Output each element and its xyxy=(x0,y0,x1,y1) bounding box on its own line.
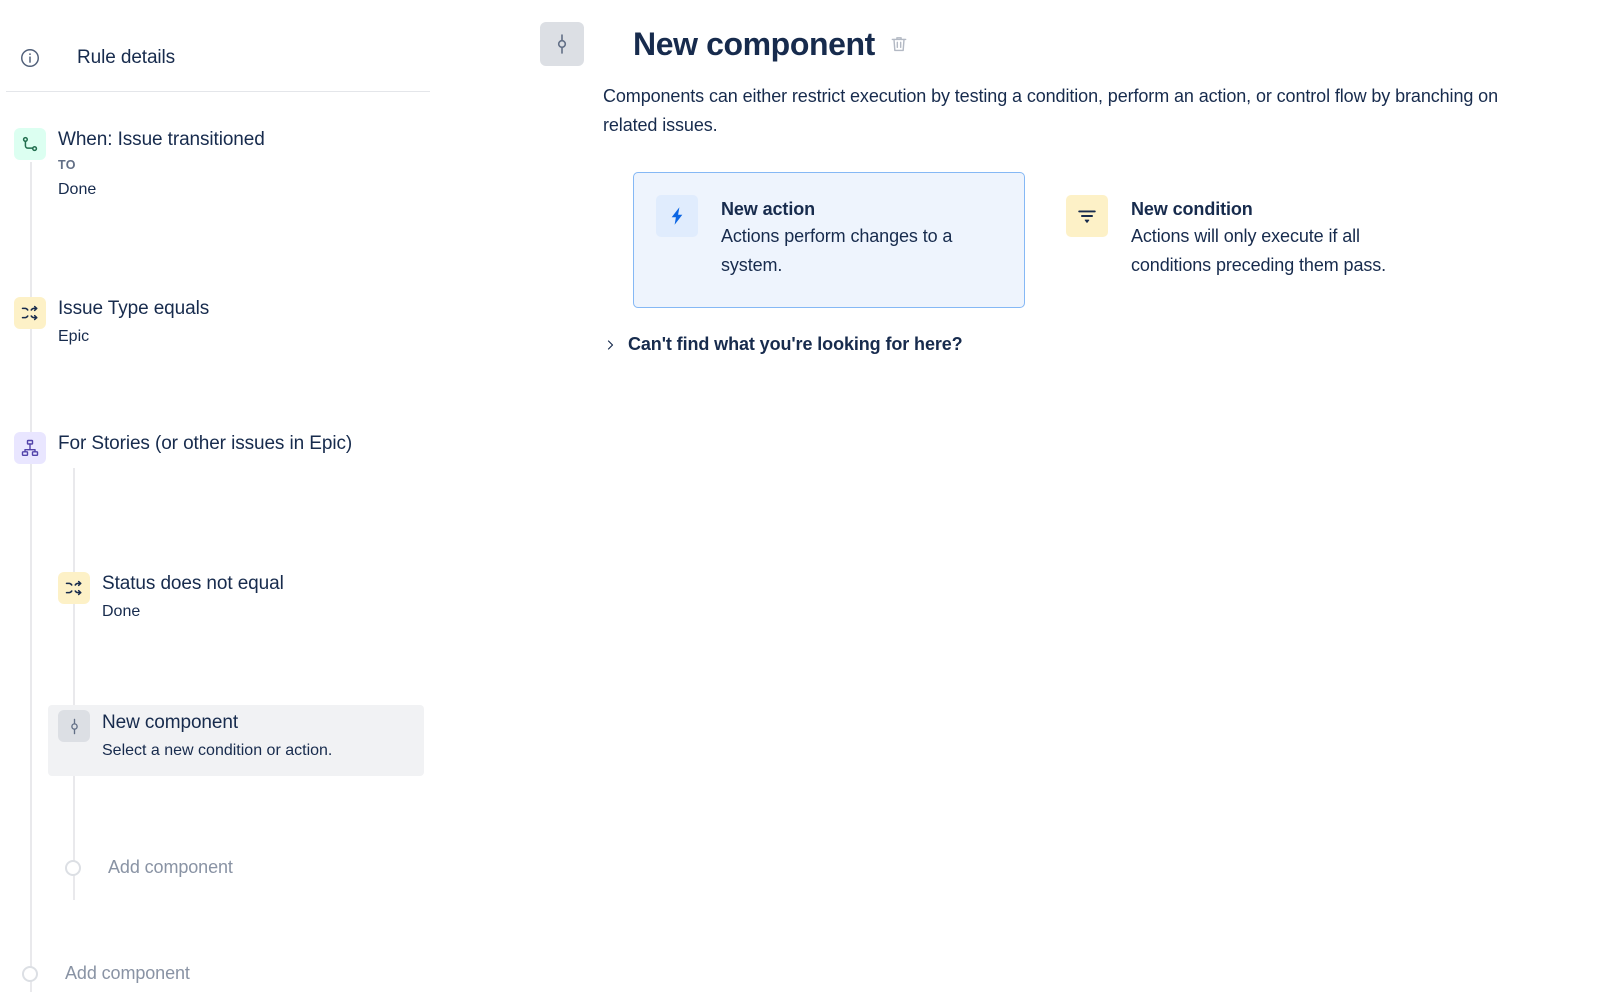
sidebar-step-kicker: TO xyxy=(58,158,76,172)
option-card-text: New condition Actions will only execute … xyxy=(1131,195,1414,280)
trigger-path-icon xyxy=(14,128,46,160)
option-card-title: New action xyxy=(721,199,816,219)
option-card-new-condition[interactable]: New condition Actions will only execute … xyxy=(1043,172,1435,308)
add-component-branch-button[interactable]: Add component xyxy=(65,857,233,878)
rule-details-header[interactable]: Rule details xyxy=(0,39,430,77)
sidebar-step-body: Issue Type equals Epic xyxy=(58,294,209,350)
component-detail-panel: New component Components can either rest… xyxy=(446,0,1600,1001)
sidebar-step-title: Status does not equal xyxy=(102,573,284,594)
page-title: New component xyxy=(633,25,875,62)
option-card-description: Actions will only execute if all conditi… xyxy=(1131,226,1387,275)
sidebar-step-value: Epic xyxy=(58,328,90,345)
chevron-right-icon xyxy=(603,338,617,352)
option-card-new-action[interactable]: New action Actions perform changes to a … xyxy=(633,172,1025,308)
hierarchy-icon xyxy=(14,432,46,464)
detail-description: Components can either restrict execution… xyxy=(603,86,1498,135)
sidebar-step-body: New component Select a new condition or … xyxy=(102,708,332,764)
sidebar-step-value: Done xyxy=(102,603,141,620)
cant-find-expander[interactable]: Can't find what you're looking for here? xyxy=(603,334,963,355)
filter-icon xyxy=(1066,195,1108,237)
cant-find-expander-label: Can't find what you're looking for here? xyxy=(628,334,963,354)
option-card-description: Actions perform changes to a system. xyxy=(721,226,953,275)
connector-rail-branch xyxy=(73,468,75,900)
header-divider xyxy=(6,91,430,92)
rule-details-label: Rule details xyxy=(77,47,176,68)
sidebar-step-title: For Stories (or other issues in Epic) xyxy=(58,433,353,454)
sidebar-step-new-component[interactable]: New component Select a new condition or … xyxy=(48,705,424,776)
trash-icon[interactable] xyxy=(888,33,910,55)
add-component-label: Add component xyxy=(65,963,190,983)
add-component-circle-icon xyxy=(65,859,81,876)
connector-rail-main xyxy=(30,162,32,992)
add-component-circle-icon xyxy=(22,965,38,982)
info-circle-icon xyxy=(18,46,42,70)
add-component-root-button[interactable]: Add component xyxy=(22,963,190,984)
automation-rule-builder-page: Rule details When: Issue transitioned TO… xyxy=(0,0,1600,1001)
option-card-text: New action Actions perform changes to a … xyxy=(721,195,1004,280)
sidebar-step-body: When: Issue transitioned TO Done xyxy=(58,125,265,203)
option-card-title: New condition xyxy=(1131,199,1253,219)
rule-chain-sidebar: Rule details When: Issue transitioned TO… xyxy=(0,0,446,1001)
sidebar-step-title: Issue Type equals xyxy=(58,298,210,319)
sidebar-step-value: Done xyxy=(58,181,97,198)
lightning-bolt-icon xyxy=(656,195,698,237)
sidebar-step-value: Select a new condition or action. xyxy=(102,742,333,759)
component-node-icon xyxy=(58,710,90,742)
component-node-icon xyxy=(540,22,584,66)
sidebar-step-title: New component xyxy=(102,712,238,733)
sidebar-step-body: Status does not equal Done xyxy=(102,569,284,625)
shuffle-icon xyxy=(14,297,46,329)
sidebar-step-title: When: Issue transitioned xyxy=(58,129,265,150)
detail-header: New component xyxy=(540,22,910,66)
add-component-label: Add component xyxy=(108,857,233,877)
sidebar-step-body: For Stories (or other issues in Epic) xyxy=(58,429,352,458)
shuffle-icon xyxy=(58,572,90,604)
